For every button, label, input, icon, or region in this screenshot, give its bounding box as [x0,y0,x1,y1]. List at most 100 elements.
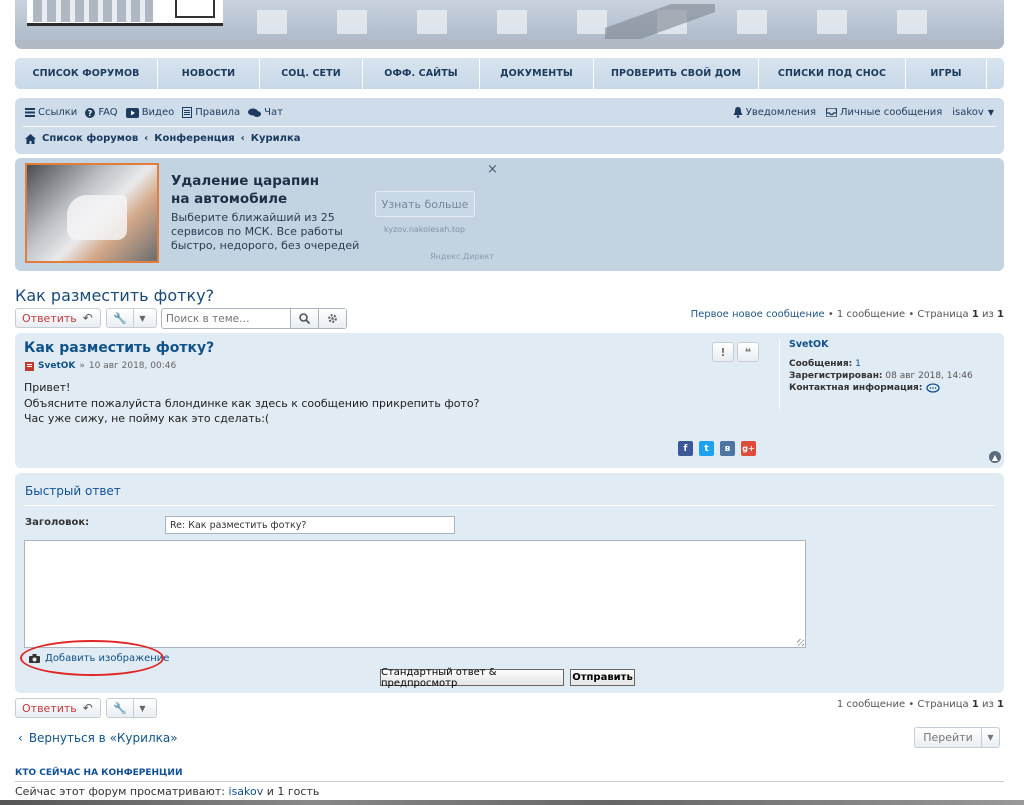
facebook-icon[interactable]: f [678,441,693,456]
post-date: 10 авг 2018, 00:46 [88,361,177,371]
topic-tools-button[interactable]: 🔧 ▼ [106,308,157,328]
rules-icon [182,107,193,118]
subject-input[interactable] [165,516,455,534]
quote-button[interactable]: ❝ [737,342,759,362]
topic-tools-button-bottom[interactable]: 🔧 ▼ [106,698,157,718]
breadcrumb-forums[interactable]: Список форумов [42,133,138,144]
post-title[interactable]: Как разместить фотку? [24,340,214,356]
profile-registered-value: 08 авг 2018, 14:46 [885,371,973,381]
vk-icon[interactable]: в [720,441,735,456]
current-page: 1 [971,699,979,710]
profile-registered-label: Зарегистрирован: [789,371,883,381]
ad-banner[interactable]: Удаление царапин на автомобиле Выберите … [15,158,1004,271]
post-icon[interactable] [25,361,34,371]
page-of: из [982,309,994,320]
banner-excavator [605,4,715,44]
separator-bullet: • [908,699,915,710]
separator-bullet: • [908,309,915,320]
bell-icon [733,107,743,118]
jump-to-select[interactable]: Перейти ▼ [914,727,1000,748]
home-icon [25,133,36,144]
nav-news[interactable]: Новости [158,58,260,89]
svg-text:?: ? [88,109,93,118]
breadcrumb-smoking-room[interactable]: Курилка [251,133,301,144]
reply-button-bottom[interactable]: Ответить ↶ [15,698,101,718]
ad-provider[interactable]: Яндекс.Директ [430,252,494,261]
bottom-pagination: 1 сообщение • Страница 1 из 1 [837,699,1004,710]
post-author[interactable]: SvetOK [38,361,75,371]
resize-handle[interactable] [797,639,804,646]
topic-title[interactable]: Как разместить фотку? [15,286,214,305]
nav-demolition-lists[interactable]: Списки под снос [759,58,906,89]
topic-search-input[interactable] [162,309,290,328]
caret-down-icon: ▼ [133,699,151,717]
user-menu[interactable]: isakov ▼ [952,107,994,118]
ad-image[interactable] [25,163,159,263]
first-unread-link[interactable]: Первое новое сообщение [691,309,825,320]
post-line: Объясните пожалуйста блондинке как здесь… [24,396,480,410]
jump-to-label: Перейти [923,731,973,744]
username: isakov [952,107,984,118]
private-messages-link[interactable]: Личные сообщения [826,107,942,118]
nav-games[interactable]: Игры [906,58,987,89]
speech-bubble-icon[interactable] [926,382,941,394]
wrench-icon: 🔧 [113,311,127,325]
rules-label: Правила [195,107,241,118]
faq-link[interactable]: ? FAQ [85,107,118,118]
post-author-line: SvetOK » 10 авг 2018, 00:46 [25,361,176,371]
nav-official-sites[interactable]: Офф. сайты [363,58,480,89]
total-pages: 1 [997,309,1004,320]
post: Как разместить фотку? SvetOK » 10 авг 20… [15,333,1004,468]
quote-icon: ❝ [744,345,752,359]
nav-forums[interactable]: Список форумов [15,58,158,89]
breadcrumb-conference[interactable]: Конференция [154,133,234,144]
topic-search [161,308,347,329]
navbar-divider [23,126,996,127]
footer-image-strip [0,800,1024,805]
search-button[interactable] [290,309,318,328]
submit-button[interactable]: Отправить [570,669,635,686]
online-prefix: Сейчас этот форум просматривают: [15,785,226,798]
ad-learn-more-button[interactable]: Узнать больше [375,191,475,217]
header-banner [15,0,1004,49]
back-to-forum-link[interactable]: ‹ Вернуться в «Курилка» [18,731,178,745]
share-buttons: f t в g+ [678,441,756,456]
faq-label: FAQ [98,107,118,118]
who-is-online-title: Кто сейчас на конференции [15,768,183,778]
profile-contact-label: Контактная информация: [789,383,923,393]
nav-documents[interactable]: Документы [480,58,594,89]
post-profile: SvetOK Сообщения: 1 Зарегистрирован: 08 … [779,339,999,409]
post-count: 1 сообщение [836,699,906,710]
page-word: Страница [917,309,969,320]
back-to-top-icon[interactable]: ▲ [989,451,1001,463]
ad-domain[interactable]: kyzov.nakolesah.top [384,225,465,234]
ad-close-icon[interactable]: × [487,162,498,177]
nav-social[interactable]: Соц. сети [260,58,363,89]
hamburger-icon [25,108,35,117]
advanced-search-button[interactable] [318,309,346,328]
reply-arrow-icon: ↶ [82,701,93,715]
breadcrumb-chevron-icon: ‹ [240,133,245,144]
nav-check-house[interactable]: Проверить свой дом [594,58,759,89]
full-editor-preview-button[interactable]: Стандартный ответ & предпросмотр [380,667,564,689]
twitter-icon[interactable]: t [699,441,714,456]
quicklinks-menu[interactable]: Ссылки [25,107,77,118]
chevron-left-icon: ‹ [18,731,23,745]
site-logo[interactable] [27,0,223,26]
reply-button[interactable]: Ответить ↶ [15,308,101,328]
video-link[interactable]: Видео [125,107,174,118]
navbar-panel: Ссылки ? FAQ Видео Правила Чат Уведомлен… [15,98,1004,154]
report-button[interactable]: ! [712,342,734,362]
online-user-link[interactable]: isakov [229,785,264,798]
profile-posts-value[interactable]: 1 [855,359,861,369]
profile-username[interactable]: SvetOK [789,339,999,351]
ad-title[interactable]: Удаление царапин на автомобиле [171,172,341,208]
chat-link[interactable]: Чат [248,107,283,118]
caret-down-icon: ▼ [987,108,994,117]
inbox-icon [826,108,838,117]
message-textarea[interactable] [24,540,806,648]
google-plus-icon[interactable]: g+ [741,441,756,456]
notifications-link[interactable]: Уведомления [733,107,816,118]
chat-label: Чат [264,107,283,118]
rules-link[interactable]: Правила [182,107,240,118]
